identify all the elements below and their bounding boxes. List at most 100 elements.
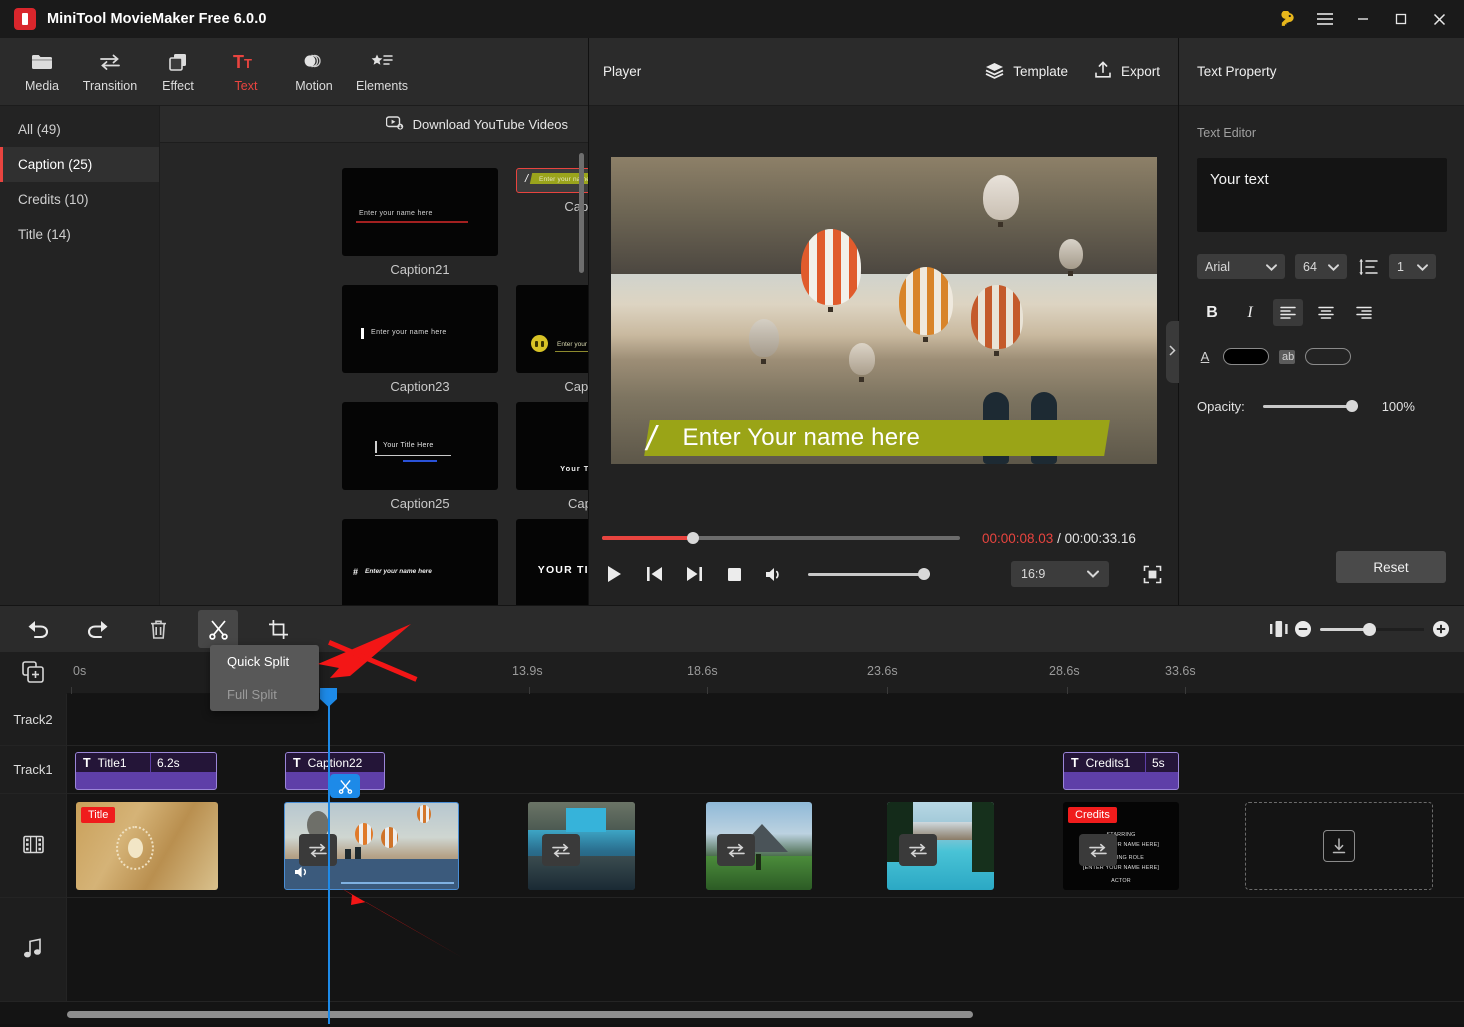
text-clip-title1[interactable]: T Title1 6.2s: [75, 752, 217, 790]
seek-bar[interactable]: [602, 532, 960, 544]
text-color-icon[interactable]: A: [1197, 349, 1213, 364]
transition-swap-icon[interactable]: [717, 834, 755, 866]
category-item-credits[interactable]: Credits (10): [0, 182, 159, 217]
text-editor-input[interactable]: Your text: [1197, 158, 1447, 232]
seek-handle[interactable]: [687, 532, 699, 544]
category-item-caption[interactable]: Caption (25): [0, 147, 159, 182]
stop-icon[interactable]: [722, 562, 746, 586]
previous-frame-icon[interactable]: [642, 562, 666, 586]
hamburger-icon[interactable]: [1306, 0, 1344, 38]
volume-slider[interactable]: [808, 568, 930, 580]
next-frame-icon[interactable]: [682, 562, 706, 586]
clip-volume-icon[interactable]: [294, 865, 311, 884]
menu-item-quick-split[interactable]: Quick Split: [210, 645, 319, 678]
nav-tab-transition[interactable]: Transition: [76, 43, 144, 101]
category-item-title[interactable]: Title (14): [0, 217, 159, 252]
minimize-button[interactable]: [1344, 0, 1382, 38]
video-clip-title[interactable]: Title: [76, 802, 218, 890]
template-card[interactable]: Your Title Here Caption25: [342, 402, 498, 511]
split-button[interactable]: [198, 610, 238, 648]
trash-icon[interactable]: [138, 610, 178, 648]
key-icon[interactable]: [1268, 0, 1306, 38]
transition-swap-icon[interactable]: [1079, 834, 1117, 866]
close-button[interactable]: [1420, 0, 1458, 38]
caption-overlay-text[interactable]: Enter Your name here: [683, 424, 921, 452]
track-body-track1[interactable]: T Title1 6.2s T Caption22 T Credits1 5s: [67, 746, 1464, 793]
template-card[interactable]: Your Title Here Caption1: [516, 402, 588, 511]
redo-icon[interactable]: [78, 610, 118, 648]
zoom-slider[interactable]: [1320, 622, 1424, 636]
opacity-handle[interactable]: [1345, 400, 1358, 412]
track-body-audio[interactable]: [67, 898, 1464, 1001]
volume-handle[interactable]: [918, 568, 930, 580]
track-body-video[interactable]: Title Credits STARRING [ENTER YOUR NAME …: [67, 794, 1464, 897]
template-thumbnail[interactable]: Enter your name here: [342, 168, 498, 256]
aspect-ratio-select[interactable]: 16:9: [1011, 561, 1109, 587]
template-card[interactable]: # Enter your name here: [342, 519, 498, 605]
template-thumbnail[interactable]: / Enter your name here: [516, 168, 588, 193]
template-button[interactable]: Template: [985, 61, 1068, 82]
align-left-icon[interactable]: [1273, 299, 1303, 326]
template-thumbnail[interactable]: Enter your name here: [342, 285, 498, 373]
fit-timeline-icon[interactable]: [1264, 620, 1294, 638]
template-thumbnail[interactable]: # Enter your name here: [342, 519, 498, 605]
outline-color-swatch[interactable]: [1305, 348, 1351, 365]
fullscreen-icon[interactable]: [1139, 561, 1165, 587]
undo-icon[interactable]: [18, 610, 58, 648]
template-card[interactable]: Enter your name here Caption21: [342, 168, 498, 277]
line-height-icon[interactable]: [1357, 258, 1379, 276]
playhead-line[interactable]: [328, 694, 330, 1024]
play-icon[interactable]: [602, 562, 626, 586]
template-card[interactable]: YOUR TITLE HERE: [516, 519, 588, 605]
transition-swap-icon[interactable]: [542, 834, 580, 866]
template-sample-text: Enter your name here: [365, 568, 432, 575]
line-spacing-select[interactable]: 1: [1389, 254, 1436, 279]
zoom-slider-handle[interactable]: [1363, 622, 1376, 636]
italic-button[interactable]: I: [1235, 299, 1265, 326]
crop-icon[interactable]: [258, 610, 298, 648]
maximize-button[interactable]: [1382, 0, 1420, 38]
template-card[interactable]: Enter your name here Caption24: [516, 285, 588, 394]
zoom-in-button[interactable]: [1432, 620, 1450, 638]
nav-tab-motion[interactable]: Motion: [280, 43, 348, 101]
template-thumbnail[interactable]: Your Title Here: [342, 402, 498, 490]
transition-swap-icon[interactable]: [299, 834, 337, 866]
template-thumbnail[interactable]: Enter your name here: [516, 285, 588, 373]
add-media-icon[interactable]: [0, 651, 67, 694]
download-youtube-videos-button[interactable]: Download YouTube Videos: [385, 115, 568, 133]
text-clip-credits1[interactable]: T Credits1 5s: [1063, 752, 1179, 790]
volume-icon[interactable]: [762, 562, 786, 586]
font-family-select[interactable]: Arial: [1197, 254, 1285, 279]
opacity-slider[interactable]: [1262, 400, 1358, 412]
video-canvas[interactable]: / Enter Your name here: [610, 157, 1157, 464]
template-card[interactable]: Enter your name here Caption23: [342, 285, 498, 394]
export-button[interactable]: Export: [1094, 61, 1160, 82]
chevron-down-icon: [1087, 567, 1099, 581]
opacity-label: Opacity:: [1197, 399, 1245, 414]
panel-collapse-handle[interactable]: [1166, 321, 1179, 383]
bold-button[interactable]: B: [1197, 299, 1227, 326]
timeline-horizontal-scrollbar[interactable]: [67, 1011, 1452, 1018]
split-chip-button[interactable]: [330, 774, 360, 798]
text-color-swatch[interactable]: [1223, 348, 1269, 365]
template-thumbnail[interactable]: YOUR TITLE HERE: [516, 519, 588, 605]
nav-tab-elements[interactable]: Elements: [348, 43, 416, 101]
template-scrollbar[interactable]: [579, 153, 584, 273]
category-item-all[interactable]: All (49): [0, 112, 159, 147]
reset-button[interactable]: Reset: [1336, 551, 1446, 583]
align-right-icon[interactable]: [1349, 299, 1379, 326]
template-card[interactable]: / Enter your name here Caption22: [516, 168, 588, 277]
font-size-select[interactable]: 64: [1295, 254, 1347, 279]
chevron-down-icon: [1266, 260, 1277, 274]
category-label: Title (14): [18, 227, 71, 242]
outline-color-icon[interactable]: ab: [1279, 349, 1295, 364]
template-thumbnail[interactable]: Your Title Here: [516, 402, 588, 490]
add-media-slot[interactable]: [1245, 802, 1433, 890]
nav-tab-effect[interactable]: Effect: [144, 43, 212, 101]
nav-tab-media[interactable]: Media: [8, 43, 76, 101]
nav-tab-text[interactable]: TT Text: [212, 43, 280, 101]
transition-swap-icon[interactable]: [899, 834, 937, 866]
zoom-out-button[interactable]: [1294, 620, 1312, 638]
align-center-icon[interactable]: [1311, 299, 1341, 326]
scrollbar-thumb[interactable]: [67, 1011, 973, 1018]
